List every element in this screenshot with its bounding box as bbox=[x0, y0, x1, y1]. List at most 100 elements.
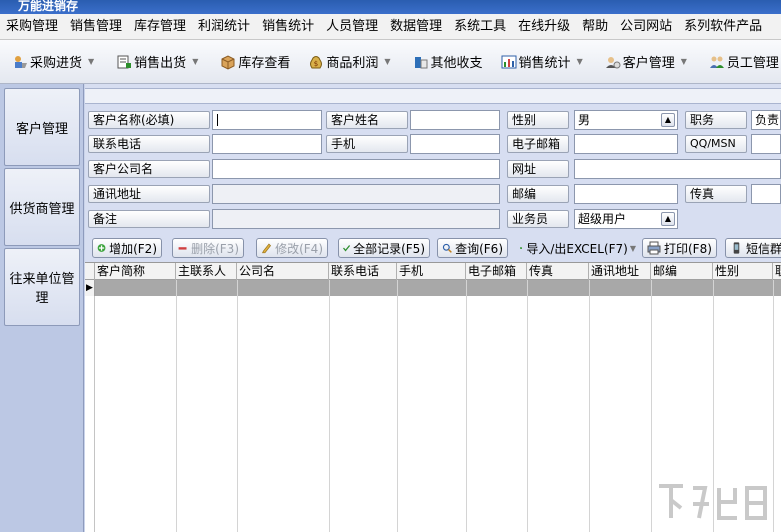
fax-input[interactable] bbox=[751, 184, 781, 204]
qq-msn-input[interactable] bbox=[751, 134, 781, 154]
column-header[interactable]: 公司名 bbox=[237, 263, 329, 280]
column-header[interactable]: 职 bbox=[773, 263, 781, 280]
sms-button[interactable]: 短信群 bbox=[725, 238, 781, 258]
contact-name-label: 客户姓名 bbox=[326, 111, 408, 129]
chevron-down-icon[interactable]: ▼ bbox=[192, 57, 198, 66]
gender-label: 性别 bbox=[507, 111, 569, 129]
column-divider bbox=[176, 280, 177, 532]
customer-name-input[interactable] bbox=[212, 110, 322, 130]
chevron-down-icon[interactable]: ▼ bbox=[681, 57, 687, 66]
menu-sales-stats[interactable]: 销售统计 bbox=[256, 14, 320, 40]
column-header[interactable]: 联系电话 bbox=[329, 263, 397, 280]
salesman-select[interactable]: 超级用户 ▲ bbox=[574, 209, 678, 229]
search-icon bbox=[442, 243, 452, 253]
sidebar-item-customer[interactable]: 客户管理 bbox=[4, 88, 80, 166]
window-title: 万能进销存 bbox=[0, 0, 781, 14]
column-header[interactable]: 电子邮箱 bbox=[466, 263, 527, 280]
column-divider bbox=[773, 280, 774, 532]
menu-data[interactable]: 数据管理 bbox=[384, 14, 448, 40]
column-divider bbox=[527, 280, 528, 532]
note-label: 备注 bbox=[88, 210, 210, 228]
watermark-logo bbox=[659, 484, 767, 520]
table-row[interactable] bbox=[95, 280, 781, 296]
mobile-input[interactable] bbox=[410, 134, 500, 154]
toolbar-customer-button[interactable]: 客户管理 ▼ bbox=[601, 47, 695, 77]
toolbar-customer-label: 客户管理 bbox=[622, 56, 675, 71]
income-expense-icon bbox=[414, 56, 428, 68]
print-button[interactable]: 打印(F8) bbox=[642, 238, 717, 258]
minus-icon bbox=[178, 247, 187, 250]
toolbar-inventory-button[interactable]: 库存查看 bbox=[216, 47, 294, 77]
query-button[interactable]: 查询(F6) bbox=[437, 238, 508, 258]
qq-msn-label: QQ/MSN bbox=[685, 135, 747, 153]
all-records-button-label: 全部记录(F5) bbox=[353, 241, 425, 256]
column-header[interactable]: 客户简称 bbox=[95, 263, 176, 280]
website-input[interactable] bbox=[574, 159, 781, 179]
import-export-button-label: 导入/出EXCEL(F7) bbox=[526, 241, 628, 256]
sms-button-label: 短信群 bbox=[745, 241, 781, 256]
menu-help[interactable]: 帮助 bbox=[576, 14, 614, 40]
employee-icon bbox=[709, 56, 724, 68]
menu-website[interactable]: 公司网站 bbox=[614, 14, 678, 40]
chevron-down-icon[interactable]: ▲ bbox=[661, 212, 675, 226]
toolbar-sales-button[interactable]: 销售出货 ▼ bbox=[112, 47, 206, 77]
menu-sales[interactable]: 销售管理 bbox=[64, 14, 128, 40]
address-input[interactable] bbox=[212, 184, 500, 204]
chevron-down-icon[interactable]: ▼ bbox=[384, 57, 390, 66]
edit-button[interactable]: 修改(F4) bbox=[256, 238, 328, 258]
email-input[interactable] bbox=[574, 134, 678, 154]
menu-personnel[interactable]: 人员管理 bbox=[320, 14, 384, 40]
column-header[interactable]: 邮编 bbox=[651, 263, 713, 280]
toolbar-profit-button[interactable]: $ 商品利润 ▼ bbox=[304, 47, 398, 77]
menu-tools[interactable]: 系统工具 bbox=[448, 14, 512, 40]
import-export-button[interactable]: E 导入/出EXCEL(F7) ▼ bbox=[520, 238, 640, 258]
customer-icon bbox=[605, 56, 621, 68]
menu-profit[interactable]: 利润统计 bbox=[192, 14, 256, 40]
column-header[interactable]: 性别 bbox=[713, 263, 773, 280]
profit-money-icon: $ bbox=[310, 55, 323, 68]
print-button-label: 打印(F8) bbox=[664, 241, 712, 256]
menu-products[interactable]: 系列软件产品 bbox=[678, 14, 768, 40]
toolbar-sales-stats-button[interactable]: 销售统计 ▼ bbox=[497, 47, 591, 77]
toolbar-employee-button[interactable]: 员工管理 bbox=[705, 47, 781, 77]
chevron-down-icon[interactable]: ▼ bbox=[88, 57, 94, 66]
menu-upgrade[interactable]: 在线升级 bbox=[512, 14, 576, 40]
toolbar-profit-label: 商品利润 bbox=[326, 56, 379, 71]
printer-icon bbox=[647, 241, 661, 255]
fax-label: 传真 bbox=[685, 185, 747, 203]
chevron-down-icon[interactable]: ▼ bbox=[630, 244, 636, 253]
contact-name-input[interactable] bbox=[410, 110, 500, 130]
gender-select[interactable]: 男 ▲ bbox=[574, 110, 678, 130]
company-input[interactable] bbox=[212, 159, 500, 179]
excel-icon: E bbox=[520, 247, 523, 250]
form-header-strip bbox=[85, 88, 781, 104]
menu-inventory[interactable]: 库存管理 bbox=[128, 14, 192, 40]
toolbar-income-expense-button[interactable]: 其他收支 bbox=[409, 47, 487, 77]
column-divider bbox=[466, 280, 467, 532]
column-divider bbox=[237, 280, 238, 532]
sidebar-item-supplier[interactable]: 供货商管理 bbox=[4, 168, 80, 246]
job-title-input[interactable]: 负责 bbox=[751, 110, 781, 130]
column-header[interactable]: 手机 bbox=[397, 263, 466, 280]
all-records-button[interactable]: 全部记录(F5) bbox=[338, 238, 430, 258]
sales-chart-icon bbox=[501, 55, 517, 68]
row-indicator-arrow: ▶ bbox=[85, 280, 95, 296]
phone-icon bbox=[733, 242, 740, 254]
chevron-down-icon[interactable]: ▼ bbox=[577, 57, 583, 66]
phone-input[interactable] bbox=[212, 134, 322, 154]
sidebar-item-partner[interactable]: 往来单位管理 bbox=[4, 248, 80, 326]
column-header[interactable]: 通讯地址 bbox=[589, 263, 651, 280]
note-input[interactable] bbox=[212, 209, 500, 229]
delete-button[interactable]: 删除(F3) bbox=[172, 238, 244, 258]
chevron-down-icon[interactable]: ▲ bbox=[661, 113, 675, 127]
column-header[interactable]: 传真 bbox=[527, 263, 589, 280]
toolbar-purchase-button[interactable]: 采购进货 ▼ bbox=[8, 47, 102, 77]
table-corner bbox=[85, 263, 95, 280]
column-header[interactable]: 主联系人 bbox=[176, 263, 237, 280]
row-indicator-column bbox=[85, 296, 95, 532]
toolbar-income-expense-label: 其他收支 bbox=[430, 56, 483, 71]
zip-input[interactable] bbox=[574, 184, 678, 204]
menu-purchase[interactable]: 采购管理 bbox=[4, 14, 64, 40]
add-button[interactable]: 增加(F2) bbox=[92, 238, 162, 258]
menu-bar: 采购管理 销售管理 库存管理 利润统计 销售统计 人员管理 数据管理 系统工具 … bbox=[0, 14, 781, 40]
